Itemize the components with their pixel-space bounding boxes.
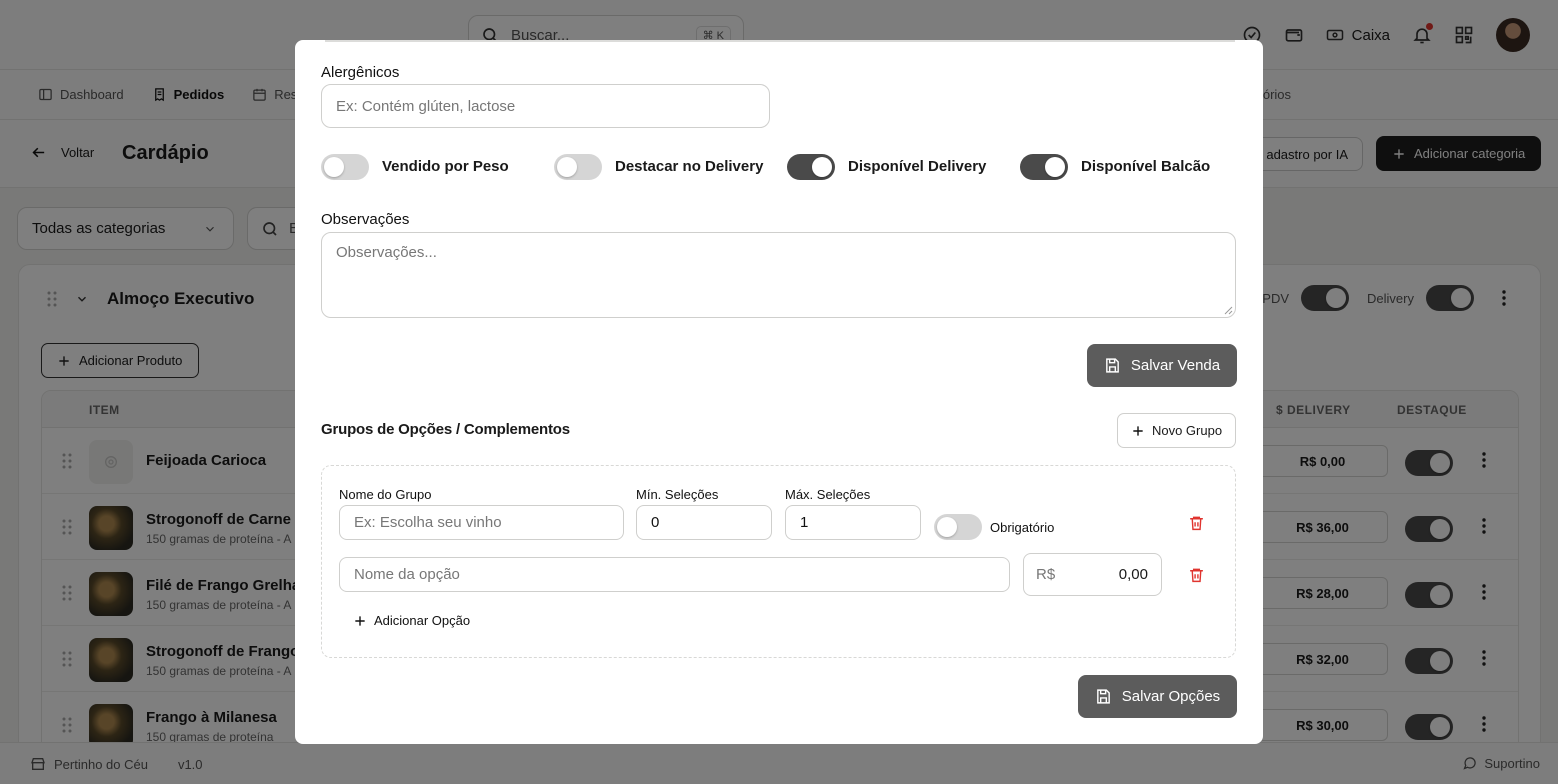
new-group-label: Novo Grupo <box>1151 423 1223 438</box>
save-options-label: Salvar Opções <box>1121 688 1221 705</box>
required-toggle[interactable] <box>934 514 982 540</box>
save-sale-button[interactable]: Salvar Venda <box>1087 344 1237 387</box>
sold-by-weight-toggle[interactable] <box>321 154 369 180</box>
delete-group-icon[interactable] <box>1188 514 1205 532</box>
highlight-delivery-toggle[interactable] <box>554 154 602 180</box>
available-delivery-label: Disponível Delivery <box>848 158 987 175</box>
save-icon <box>1095 688 1112 705</box>
options-section-title: Grupos de Opções / Complementos <box>321 421 570 438</box>
notes-placeholder: Observações... <box>336 244 437 261</box>
min-selections-label: Mín. Seleções <box>636 487 719 502</box>
available-counter-label: Disponível Balcão <box>1081 158 1211 175</box>
option-name-input[interactable]: Nome da opção <box>339 557 1010 592</box>
group-name-input[interactable]: Ex: Escolha seu vinho <box>339 505 624 540</box>
highlight-delivery-label: Destacar no Delivery <box>615 158 764 175</box>
option-price-value: 0,00 <box>1118 566 1148 583</box>
available-delivery-toggle[interactable] <box>787 154 835 180</box>
allergens-input[interactable]: Ex: Contém glúten, lactose <box>321 84 770 128</box>
save-sale-label: Salvar Venda <box>1130 357 1221 374</box>
option-price-input[interactable]: R$ 0,00 <box>1023 553 1162 596</box>
required-label: Obrigatório <box>990 520 1055 535</box>
plus-icon <box>1131 424 1145 438</box>
add-option-button[interactable]: Adicionar Opção <box>353 613 470 628</box>
group-name-label: Nome do Grupo <box>339 487 432 502</box>
max-selections-label: Máx. Seleções <box>785 487 871 502</box>
save-options-button[interactable]: Salvar Opções <box>1078 675 1237 718</box>
scrolled-input-edge <box>325 40 1235 42</box>
max-selections-input[interactable]: 1 <box>785 505 921 540</box>
save-icon <box>1104 357 1121 374</box>
plus-icon <box>353 614 367 628</box>
add-option-label: Adicionar Opção <box>374 613 471 628</box>
notes-textarea[interactable]: Observações... <box>321 232 1236 318</box>
resize-grip-icon[interactable] <box>1224 306 1233 315</box>
available-counter-toggle[interactable] <box>1020 154 1068 180</box>
currency-label: R$ <box>1036 566 1056 583</box>
notes-label: Observações <box>321 211 410 228</box>
delete-option-icon[interactable] <box>1188 566 1205 584</box>
product-edit-modal: Alergênicos Ex: Contém glúten, lactose V… <box>295 40 1263 744</box>
allergens-label: Alergênicos <box>321 64 400 81</box>
new-group-button[interactable]: Novo Grupo <box>1117 413 1236 448</box>
sold-by-weight-label: Vendido por Peso <box>382 158 509 175</box>
min-selections-input[interactable]: 0 <box>636 505 772 540</box>
